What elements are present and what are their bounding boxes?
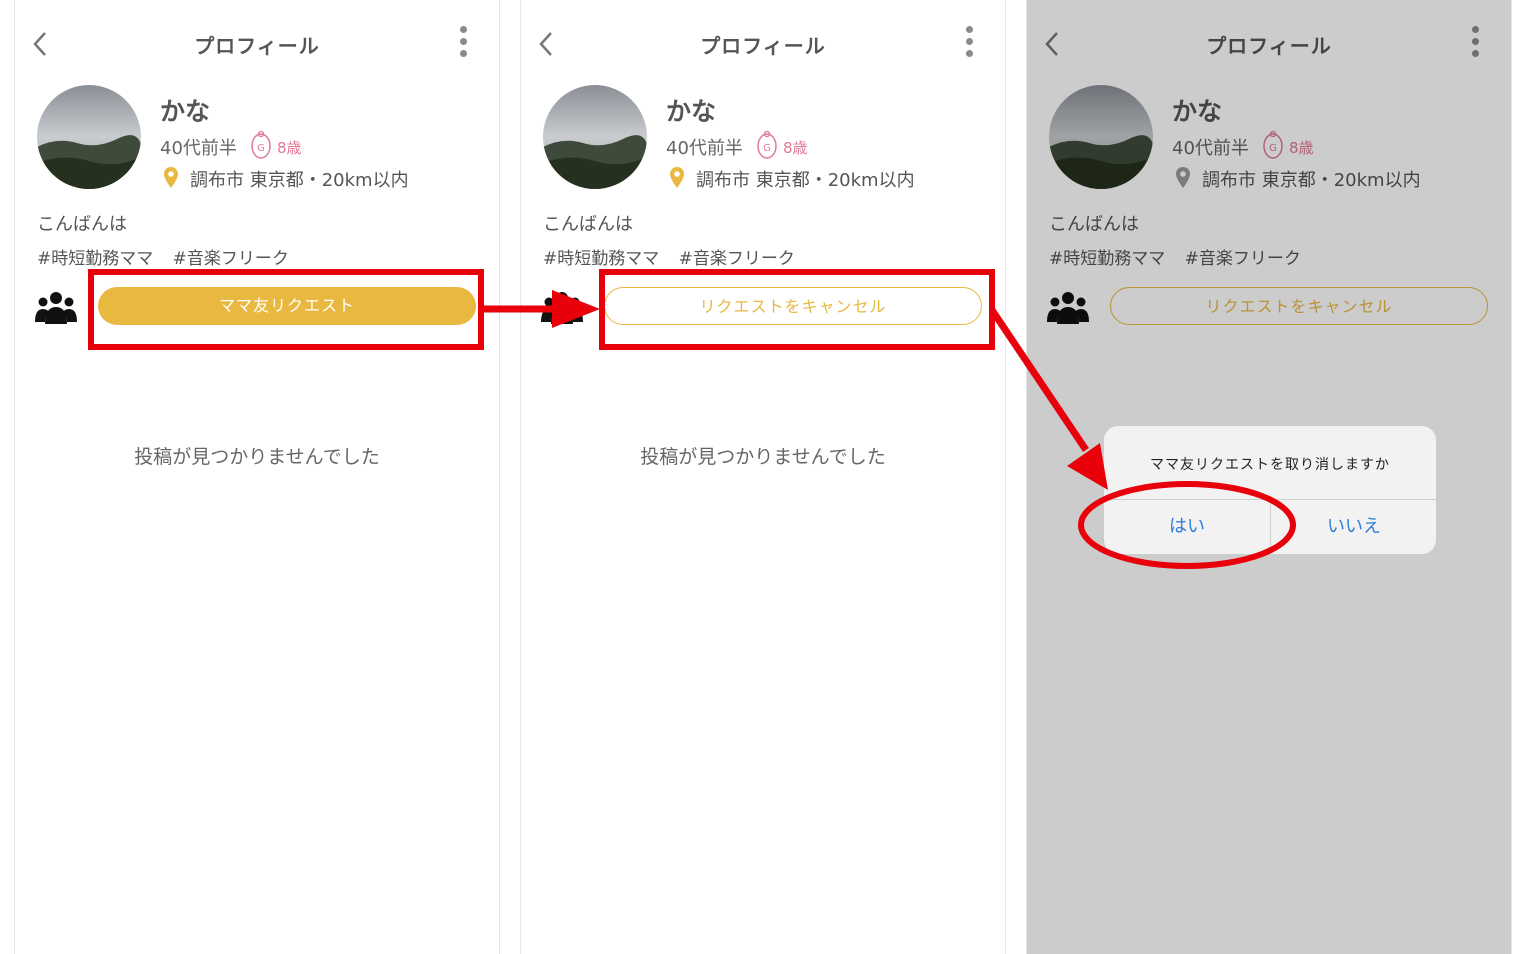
location-pin-icon [670, 167, 684, 188]
child-icon: G [251, 130, 271, 159]
user-name: かな [666, 97, 717, 126]
child-age: 8歳 [783, 139, 808, 157]
page-title: プロフィール [194, 34, 320, 58]
avatar [543, 85, 647, 189]
friends-group-icon [541, 292, 583, 324]
avatar [37, 85, 141, 189]
profile-screen-3: プロフィール かな 40代前半 G 8歳 調布市 東京都・20km以内 こんばん… [1026, 0, 1512, 954]
dialog-no-button[interactable]: いいえ [1271, 500, 1436, 554]
more-menu-icon[interactable] [459, 26, 469, 62]
friends-group-icon [35, 292, 77, 324]
location-text: 調布市 東京都・20km以内 [190, 170, 409, 191]
tag[interactable]: #音楽フリーク [173, 249, 289, 269]
tag-list: #時短勤務ママ #音楽フリーク [37, 244, 303, 269]
profile-screen-1: プロフィール かな 40代前半 G 8歳 調布市 東京都・20km以内 こんばん… [14, 0, 500, 954]
age-range: 40代前半 [160, 138, 237, 159]
profile-screen-2: プロフィール かな 40代前半 G 8歳 調布市 東京都・20km以内 こんばん… [520, 0, 1006, 954]
page-title: プロフィール [700, 34, 826, 58]
tag[interactable]: #時短勤務ママ [543, 249, 659, 269]
greeting-text: こんばんは [37, 214, 127, 235]
empty-posts-message: 投稿が見つかりませんでした [134, 446, 380, 468]
confirm-dialog: ママ友リクエストを取り消しますか はい いいえ [1104, 426, 1436, 554]
child-age: 8歳 [277, 139, 302, 157]
friend-request-button[interactable]: ママ友リクエスト [98, 287, 476, 325]
svg-text:G: G [257, 143, 265, 154]
svg-text:G: G [763, 143, 771, 154]
tag[interactable]: #音楽フリーク [679, 249, 795, 269]
location-text: 調布市 東京都・20km以内 [696, 170, 915, 191]
greeting-text: こんばんは [543, 214, 633, 235]
dialog-message: ママ友リクエストを取り消しますか [1150, 457, 1390, 473]
top-bar: プロフィール [15, 0, 499, 86]
cancel-request-button[interactable]: リクエストをキャンセル [604, 287, 982, 325]
tag[interactable]: #時短勤務ママ [37, 249, 153, 269]
more-menu-icon[interactable] [965, 26, 975, 62]
location-pin-icon [164, 167, 178, 188]
child-icon: G [757, 130, 777, 159]
age-range: 40代前半 [666, 138, 743, 159]
empty-posts-message: 投稿が見つかりませんでした [640, 446, 886, 468]
dialog-yes-button[interactable]: はい [1104, 500, 1270, 554]
user-name: かな [160, 97, 211, 126]
top-bar: プロフィール [521, 0, 1005, 86]
tag-list: #時短勤務ママ #音楽フリーク [543, 244, 809, 269]
